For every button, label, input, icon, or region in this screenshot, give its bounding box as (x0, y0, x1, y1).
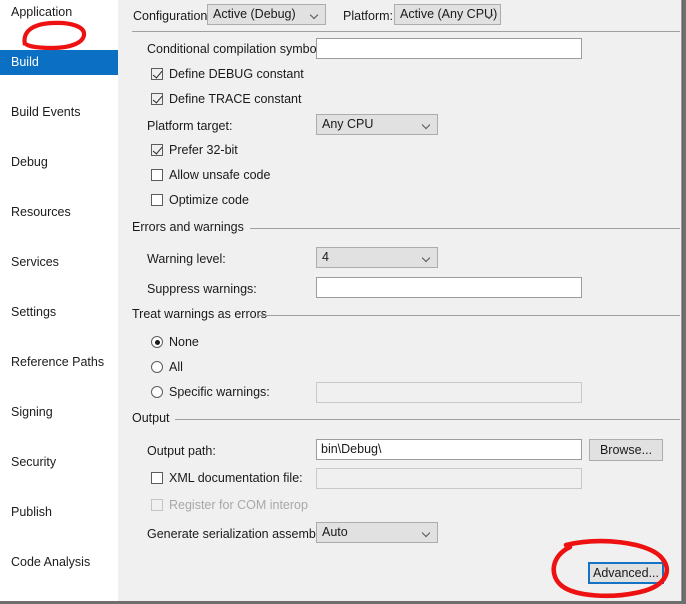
conditional-symbols-label: Conditional compilation symbols: (147, 42, 330, 56)
sidebar-item-label: Application (11, 5, 73, 19)
sidebar-item-label: Security (11, 455, 57, 469)
register-com-interop-label: Register for COM interop (169, 498, 308, 512)
sidebar-item-signing[interactable]: Signing (0, 400, 118, 425)
platform-dropdown-value: Active (Any CPU) (400, 7, 498, 21)
errors-and-warnings-group-label: Errors and warnings (132, 220, 251, 235)
sidebar-item-label: Signing (11, 405, 53, 419)
chevron-down-icon (423, 530, 430, 534)
group-rule (175, 419, 680, 420)
platform-target-dropdown[interactable]: Any CPU (316, 114, 438, 135)
treat-warnings-specific-label: Specific warnings: (169, 385, 270, 399)
output-group-header: Output (132, 411, 680, 426)
sidebar-item-resources[interactable]: Resources (0, 200, 118, 225)
treat-warnings-group-label: Treat warnings as errors (132, 307, 274, 322)
warning-level-dropdown[interactable]: 4 (316, 247, 438, 268)
conditional-symbols-input[interactable] (316, 38, 582, 59)
define-debug-label: Define DEBUG constant (169, 67, 304, 81)
output-path-value: bin\Debug\ (321, 442, 382, 456)
group-rule (250, 228, 680, 229)
sidebar-item-settings[interactable]: Settings (0, 300, 118, 325)
checkbox-box-icon (151, 68, 163, 80)
suppress-warnings-label: Suppress warnings: (147, 282, 257, 296)
sidebar-item-label: Publish (11, 505, 52, 519)
radio-circle-icon (151, 336, 163, 348)
checkbox-box-icon (151, 499, 163, 511)
checkbox-box-icon (151, 472, 163, 484)
chevron-down-icon (423, 255, 430, 259)
platform-label: Platform: (343, 9, 394, 23)
output-group-label: Output (132, 411, 177, 426)
checkbox-box-icon (151, 93, 163, 105)
configuration-dropdown[interactable]: Active (Debug) (207, 4, 326, 25)
sidebar-item-publish[interactable]: Publish (0, 500, 118, 525)
radio-circle-icon (151, 361, 163, 373)
serialization-assembly-value: Auto (322, 525, 348, 539)
platform-target-value: Any CPU (322, 117, 374, 131)
chevron-down-icon (311, 12, 318, 16)
warning-level-value: 4 (322, 250, 329, 264)
advanced-button[interactable]: Advanced... (588, 562, 664, 584)
checkbox-box-icon (151, 169, 163, 181)
header-divider (132, 31, 680, 32)
output-path-input[interactable]: bin\Debug\ (316, 439, 582, 460)
serialization-assembly-label: Generate serialization assembly: (147, 527, 329, 541)
sidebar-item-code-analysis[interactable]: Code Analysis (0, 550, 118, 575)
browse-button-label: Browse... (599, 443, 653, 457)
project-properties-window: Application Build Build Events Debug Res… (0, 0, 686, 604)
sidebar-item-services[interactable]: Services (0, 250, 118, 275)
serialization-assembly-dropdown[interactable]: Auto (316, 522, 438, 543)
treat-warnings-group-header: Treat warnings as errors (132, 307, 680, 322)
sidebar-item-label: Debug (11, 155, 48, 169)
chevron-down-icon (486, 12, 493, 16)
checkbox-box-icon (151, 194, 163, 206)
define-trace-label: Define TRACE constant (169, 92, 302, 106)
specific-warnings-input[interactable] (316, 382, 582, 403)
treat-warnings-all-label: All (169, 360, 183, 374)
warning-level-label: Warning level: (147, 252, 226, 266)
chevron-down-icon (423, 122, 430, 126)
sidebar-item-label: Reference Paths (11, 355, 105, 369)
sidebar-item-label: Build Events (11, 105, 81, 119)
category-sidebar: Application Build Build Events Debug Res… (0, 0, 127, 601)
prefer-32-bit-label: Prefer 32-bit (169, 143, 238, 157)
advanced-button-label: Advanced... (592, 566, 659, 580)
allow-unsafe-code-label: Allow unsafe code (169, 168, 271, 182)
radio-circle-icon (151, 386, 163, 398)
errors-and-warnings-group-header: Errors and warnings (132, 220, 680, 235)
configuration-dropdown-value: Active (Debug) (213, 7, 296, 21)
sidebar-item-security[interactable]: Security (0, 450, 118, 475)
checkbox-box-icon (151, 144, 163, 156)
platform-dropdown[interactable]: Active (Any CPU) (394, 4, 501, 25)
sidebar-item-label: Code Analysis (11, 555, 91, 569)
group-rule (258, 315, 680, 316)
sidebar-item-label: Resources (11, 205, 71, 219)
treat-warnings-none-label: None (169, 335, 199, 349)
xml-documentation-input[interactable] (316, 468, 582, 489)
sidebar-item-reference-paths[interactable]: Reference Paths (0, 350, 118, 375)
configuration-label: Configuration: (133, 9, 211, 23)
sidebar-item-label: Settings (11, 305, 57, 319)
build-settings-pane: Configuration: Active (Debug) Platform: … (118, 0, 683, 601)
sidebar-item-label: Services (11, 255, 59, 269)
sidebar-item-build[interactable]: Build (0, 50, 127, 75)
output-path-label: Output path: (147, 444, 216, 458)
suppress-warnings-input[interactable] (316, 277, 582, 298)
xml-documentation-label: XML documentation file: (169, 471, 303, 485)
sidebar-item-debug[interactable]: Debug (0, 150, 118, 175)
sidebar-item-application[interactable]: Application (0, 0, 118, 25)
optimize-code-label: Optimize code (169, 193, 249, 207)
sidebar-item-label: Build (11, 55, 39, 69)
browse-button[interactable]: Browse... (589, 439, 663, 461)
sidebar-item-build-events[interactable]: Build Events (0, 100, 118, 125)
platform-target-label: Platform target: (147, 119, 233, 133)
